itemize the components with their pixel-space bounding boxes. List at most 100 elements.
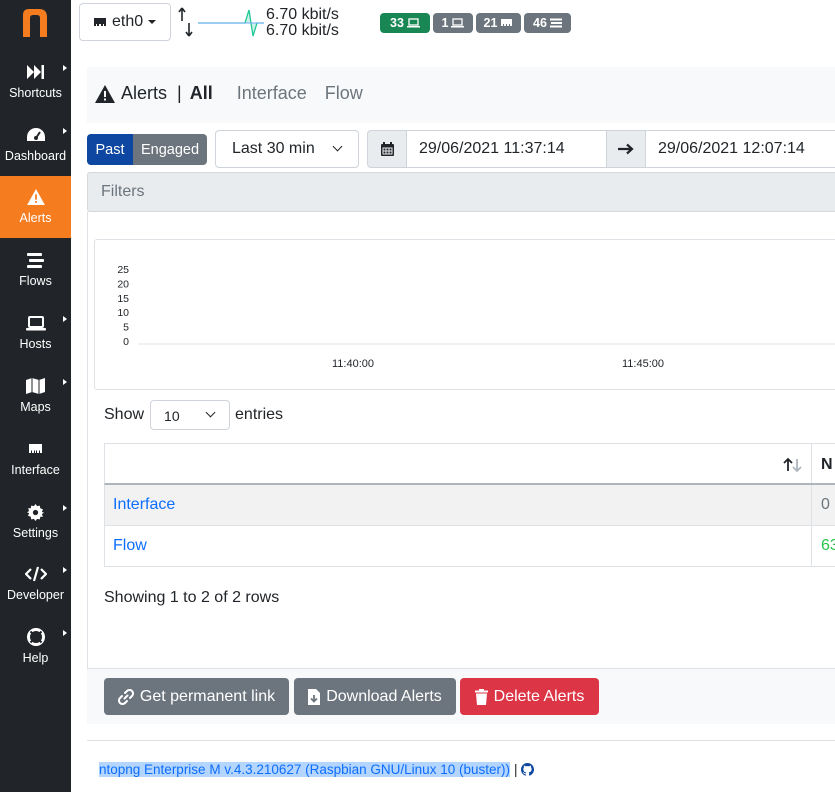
table-header: N [104,443,835,485]
file-download-icon [308,688,321,705]
badge-value: 1 [441,16,449,30]
count-column-header[interactable]: N [821,456,833,474]
sidebar-item-maps[interactable]: Maps [0,365,71,427]
y-tick-label: 25 [117,264,129,276]
laptop-icon [451,18,465,28]
ethernet-icon [94,18,106,26]
time-range-value: Last 30 min [232,140,315,157]
sidebar-item-label: Flows [19,274,52,288]
time-range-select[interactable]: Last 30 min [215,130,359,168]
row-flow-link[interactable]: Flow [113,537,147,555]
chevron-down-icon [332,141,343,152]
title-separator: | [177,83,182,103]
alerts-chart: 25 20 15 10 5 0 11:40:00 11:45:00 [94,239,835,390]
badge-devices[interactable]: 21 [476,13,521,33]
version-footer: ntopng Enterprise M v.4.3.210627 (Raspbi… [99,762,535,777]
download-alerts-button[interactable]: Download Alerts [294,678,456,715]
rate-upload: 6.70 kbit/s [266,6,339,23]
badge-flows[interactable]: 46 [524,13,571,33]
link-icon [117,688,134,705]
y-tick-label: 5 [123,322,129,334]
delete-alerts-label: Delete Alerts [493,687,585,705]
github-icon[interactable] [521,763,535,776]
warning-icon [95,84,115,103]
sidebar-item-interface[interactable]: Interface [0,428,71,490]
entries-control: Show 10 entries [104,400,283,430]
caret-right-icon [63,567,67,573]
sidebar-item-dashboard[interactable]: Dashboard [0,114,71,176]
gauge-icon [0,126,71,144]
caret-right-icon [63,128,67,134]
version-text: ntopng Enterprise M v.4.3.210627 (Raspbi… [99,762,510,777]
gear-icon [0,503,71,521]
y-tick-label: 15 [117,293,129,305]
download-alerts-label: Download Alerts [326,687,442,705]
sidebar-item-developer[interactable]: Developer [0,553,71,615]
engaged-button[interactable]: Engaged [133,134,207,165]
sidebar-item-flows[interactable]: Flows [0,239,71,301]
entries-label: entries [235,406,284,423]
alerts-header: Alerts | All Interface Flow [87,67,835,123]
sidebar-item-label: Maps [20,400,51,414]
x-tick-label: 11:40:00 [332,358,374,370]
permanent-link-label: Get permanent link [139,687,276,705]
sidebar-item-settings[interactable]: Settings [0,491,71,553]
row-count: 0 [821,496,830,513]
fast-forward-icon [0,63,71,81]
date-from-field[interactable]: 29/06/2021 11:37:14 [406,130,607,168]
date-range-picker: 29/06/2021 11:37:14 29/06/2021 12:07:14 [367,130,835,168]
badge-value: 33 [390,16,404,30]
footer-separator: | [513,762,518,777]
chevron-down-icon [148,20,157,24]
filters-bar[interactable]: Filters [87,172,835,212]
sidebar-item-label: Hosts [19,337,52,351]
badge-remote-hosts[interactable]: 1 [433,13,473,33]
sidebar-item-label: Shortcuts [9,86,62,100]
caret-right-icon [63,379,67,385]
sidebar-item-label: Dashboard [4,149,67,163]
badge-local-hosts[interactable]: 33 [380,13,430,33]
arrow-right-icon [618,143,634,155]
trash-icon [474,688,488,705]
caret-right-icon [63,316,67,322]
y-tick-label: 10 [117,307,129,319]
lifebuoy-icon [0,628,71,646]
sidebar-item-label: Help [22,651,49,665]
footer-divider [87,740,835,741]
tab-flow[interactable]: Flow [325,83,363,104]
traffic-sparkline [198,9,264,37]
sidebar-item-label: Settings [12,526,59,540]
tab-all[interactable]: All [190,83,213,104]
table-row: Flow 63 [104,526,835,567]
date-to-field[interactable]: 29/06/2021 12:07:14 [645,130,835,168]
interface-name: eth0 [112,13,144,30]
sidebar-item-help[interactable]: Help [0,616,71,678]
interface-selector[interactable]: eth0 [79,3,171,41]
x-tick-label: 11:45:00 [622,358,664,370]
sidebar-item-hosts[interactable]: Hosts [0,302,71,364]
sidebar-item-label: Developer [7,588,64,602]
sidebar-item-alerts[interactable]: Alerts [0,176,71,238]
permanent-link-button[interactable]: Get permanent link [104,678,289,715]
sidebar: Shortcuts Dashboard Alerts Flows Hosts Maps In… [0,0,71,792]
ethernet-icon [501,19,513,26]
y-tick-label: 0 [123,336,129,348]
code-icon [0,565,71,583]
ntop-logo[interactable] [21,7,49,37]
stream-icon [549,18,562,28]
calendar-button[interactable] [367,130,407,168]
caret-right-icon [63,630,67,636]
table-row: Interface 0 [104,485,835,526]
delete-alerts-button[interactable]: Delete Alerts [460,678,599,715]
map-icon [0,377,71,395]
tab-interface[interactable]: Interface [237,83,307,104]
badge-value: 21 [483,16,498,30]
sort-icon[interactable] [783,457,803,473]
row-interface-link[interactable]: Interface [113,496,175,514]
page-title: Alerts [121,83,168,103]
sidebar-item-shortcuts[interactable]: Shortcuts [0,51,71,113]
entries-select[interactable]: 10 [150,400,231,430]
sidebar-item-label: Alerts [19,211,52,225]
laptop-icon [0,314,71,332]
past-button[interactable]: Past [87,134,133,165]
